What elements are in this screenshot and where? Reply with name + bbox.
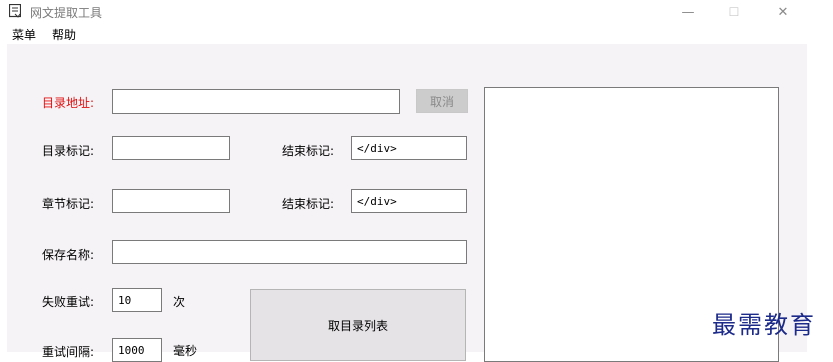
watermark-logo: 最需教育 [712,311,816,339]
maximize-button[interactable]: ☐ [711,0,757,24]
save-name-input[interactable] [112,240,467,264]
retry-count-label: 失败重试: [42,295,95,309]
catalog-end-mark-label: 结束标记: [282,144,335,158]
menu-bar: 菜单 帮助 [0,24,833,44]
close-button[interactable]: ✕ [760,0,806,24]
title-bar: 网文提取工具 — ☐ ✕ [0,0,833,24]
main-panel: 目录地址: 取消 目录标记: 结束标记: </div> 章节标记: 结束标记: … [7,44,807,362]
menu-item-menu[interactable]: 菜单 [12,26,36,43]
minimize-button[interactable]: — [665,0,711,24]
chapter-mark-label: 章节标记: [42,197,95,211]
chapter-end-mark-label: 结束标记: [282,197,335,211]
chapter-end-mark-input[interactable]: </div> [351,189,467,213]
fetch-catalog-button[interactable]: 取目录列表 [250,289,466,361]
catalog-end-mark-input[interactable]: </div> [351,136,467,160]
retry-count-input[interactable]: 10 [112,288,162,312]
catalog-mark-input[interactable] [112,136,230,160]
save-name-label: 保存名称: [42,248,95,262]
catalog-url-label: 目录地址: [42,96,95,110]
catalog-url-input[interactable] [112,89,400,114]
app-icon [9,4,21,18]
menu-item-help[interactable]: 帮助 [52,26,76,43]
retry-interval-input[interactable]: 1000 [112,338,162,362]
retry-count-unit: 次 [173,295,186,309]
retry-interval-unit: 毫秒 [173,344,198,358]
catalog-mark-label: 目录标记: [42,144,95,158]
cancel-button[interactable]: 取消 [416,89,468,113]
window-title: 网文提取工具 [30,6,103,20]
chapter-mark-input[interactable] [112,189,230,213]
